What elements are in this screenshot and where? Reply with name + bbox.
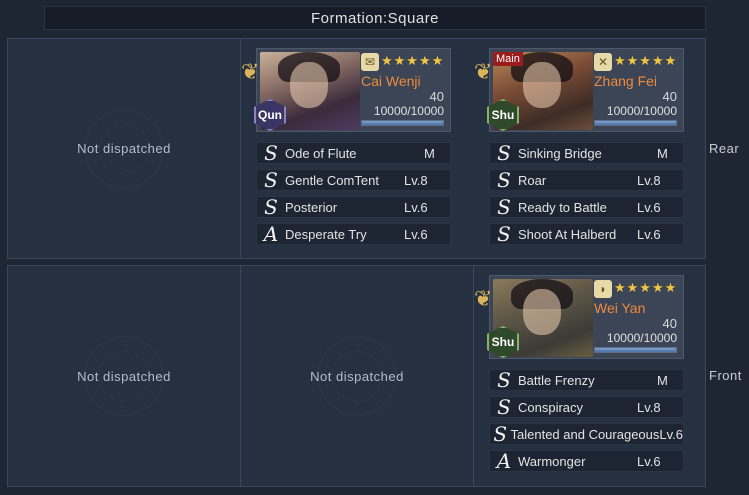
skill-name: Ready to Battle — [518, 199, 607, 215]
skill-row[interactable]: S Ode of Flute M — [256, 142, 451, 164]
skill-grade: A — [496, 449, 512, 473]
skill-grade: S — [497, 141, 511, 165]
skill-row[interactable]: S Talented and Courageous Lv.6 — [489, 423, 684, 445]
hero-level: 40 — [429, 89, 444, 104]
front-slot-2-empty[interactable]: Not dispatched — [241, 266, 474, 486]
skill-name: Talented and Courageous — [510, 426, 660, 442]
not-dispatched-label: Not dispatched — [77, 368, 171, 384]
skill-grade: A — [263, 222, 279, 246]
skill-grade: S — [497, 195, 511, 219]
skill-name: Sinking Bridge — [518, 145, 602, 161]
main-badge: Main — [493, 52, 523, 66]
skill-row[interactable]: S Posterior Lv.6 — [256, 196, 451, 218]
skill-grade: S — [497, 222, 511, 246]
row-label-front: Front — [709, 368, 742, 383]
scroll-icon: ✉ — [361, 53, 379, 71]
skill-name: Ode of Flute — [285, 145, 357, 161]
skill-grade: S — [497, 395, 511, 419]
hero-name: Wei Yan — [594, 300, 646, 316]
skill-name: Desperate Try — [285, 226, 367, 242]
front-slot-1-empty[interactable]: Not dispatched — [8, 266, 241, 486]
wing-ornament-icon: ❦ — [241, 59, 260, 84]
skill-grade: S — [493, 422, 508, 446]
hero-name: Zhang Fei — [594, 73, 658, 89]
skill-grade: S — [264, 195, 278, 219]
skill-grade: S — [264, 141, 278, 165]
skill-level: Lv.6 — [659, 426, 683, 442]
skill-level: Lv.8 — [637, 172, 661, 188]
skill-name: Conspiracy — [518, 399, 584, 415]
hero-level: 40 — [662, 316, 677, 331]
skill-row[interactable]: S Conspiracy Lv.8 — [489, 396, 684, 418]
skill-level: Lv.8 — [404, 172, 428, 188]
skill-row[interactable]: S Sinking Bridge M — [489, 142, 684, 164]
star-rating: ★★★★★ — [381, 53, 445, 68]
hero-level: 40 — [662, 89, 677, 104]
skill-level: M — [657, 372, 668, 388]
skill-level: Lv.6 — [404, 226, 428, 242]
skill-list-wei-yan: S Battle Frenzy M S Conspiracy Lv.8 S Talente… — [489, 369, 684, 477]
hero-card-wei-yan[interactable]: ❦ Shu ◗ ★★★★★ Wei Yan 40 10000/10000 — [474, 275, 684, 359]
skill-level: Lv.6 — [637, 226, 661, 242]
hero-card-zhang-fei[interactable]: ❦ Main Shu ✕ ★★★★★ Zhang Fei 40 10000/10… — [474, 48, 684, 132]
troop-count: 10000/10000 — [606, 104, 677, 118]
rear-slot-1-empty[interactable]: Not dispatched — [8, 39, 241, 258]
skill-row[interactable]: S Roar Lv.8 — [489, 169, 684, 191]
row-label-rear: Rear — [709, 141, 740, 156]
skill-level: Lv.6 — [404, 199, 428, 215]
skill-row[interactable]: S Battle Frenzy M — [489, 369, 684, 391]
wing-ornament-icon: ❦ — [474, 286, 493, 311]
bow-icon: ◗ — [594, 280, 612, 298]
skill-name: Posterior — [285, 199, 338, 215]
troop-count: 10000/10000 — [373, 104, 444, 118]
skill-name: Shoot At Halberd — [518, 226, 617, 242]
hero-card-cai-wenji[interactable]: ❦ Qun ✉ ★★★★★ Cai Wenji 40 10000/10000 — [241, 48, 451, 132]
skill-list-cai-wenji: S Ode of Flute M S Gentle ComTent Lv.8 S Post… — [256, 142, 451, 250]
wing-ornament-icon: ❦ — [474, 59, 493, 84]
crossed-spears-icon: ✕ — [594, 53, 612, 71]
skill-level: M — [657, 145, 668, 161]
troop-count: 10000/10000 — [606, 331, 677, 345]
skill-row[interactable]: S Shoot At Halberd Lv.6 — [489, 223, 684, 245]
skill-row[interactable]: S Gentle ComTent Lv.8 — [256, 169, 451, 191]
not-dispatched-label: Not dispatched — [77, 141, 171, 156]
skill-row[interactable]: A Desperate Try Lv.6 — [256, 223, 451, 245]
troop-bar — [594, 120, 677, 126]
skill-grade: S — [497, 168, 511, 192]
skill-row[interactable]: S Ready to Battle Lv.6 — [489, 196, 684, 218]
skill-level: Lv.6 — [637, 199, 661, 215]
skill-level: M — [424, 145, 435, 161]
not-dispatched-label: Not dispatched — [310, 368, 404, 384]
skill-grade: S — [497, 368, 511, 392]
skill-name: Roar — [518, 172, 547, 188]
star-rating: ★★★★★ — [614, 53, 678, 68]
skill-row[interactable]: A Warmonger Lv.6 — [489, 450, 684, 472]
skill-name: Gentle ComTent — [285, 172, 379, 188]
skill-level: Lv.6 — [637, 453, 661, 469]
troop-bar — [594, 347, 677, 353]
formation-title: Formation:Square — [44, 6, 706, 30]
troop-bar — [361, 120, 444, 126]
skill-name: Battle Frenzy — [518, 372, 595, 388]
skill-list-zhang-fei: S Sinking Bridge M S Roar Lv.8 S Ready to Bat… — [489, 142, 684, 250]
skill-grade: S — [264, 168, 278, 192]
skill-name: Warmonger — [518, 453, 586, 469]
hero-name: Cai Wenji — [361, 73, 421, 89]
skill-level: Lv.8 — [637, 399, 661, 415]
star-rating: ★★★★★ — [614, 280, 678, 295]
